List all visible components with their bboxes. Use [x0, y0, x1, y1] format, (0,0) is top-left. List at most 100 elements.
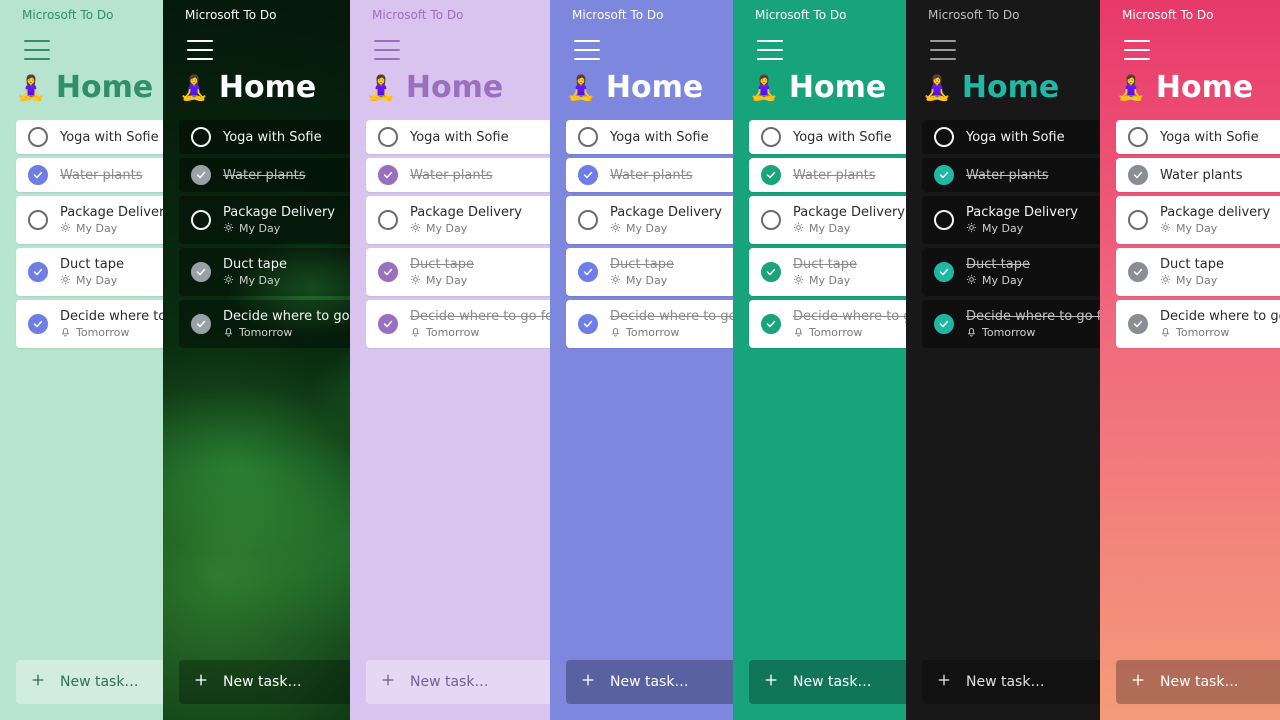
theme-panel: Microsoft To Do🧘‍♀️HomeYoga with SofieWa…	[350, 0, 550, 720]
task-checkbox[interactable]	[761, 314, 781, 334]
task-row[interactable]: Package deliveryMy Day	[1116, 196, 1280, 244]
list-heading[interactable]: 🧘‍♀️Home	[1116, 70, 1253, 105]
task-checkbox[interactable]	[28, 210, 48, 230]
task-row[interactable]: Water plants	[179, 158, 350, 192]
task-checkbox[interactable]	[934, 210, 954, 230]
hamburger-menu-icon[interactable]	[757, 40, 783, 60]
add-task-button[interactable]: New task…	[179, 660, 350, 704]
task-checkbox[interactable]	[191, 165, 211, 185]
task-row[interactable]: Package DeliveryMy Day	[179, 196, 350, 244]
task-checkbox[interactable]	[28, 127, 48, 147]
task-checkbox[interactable]	[378, 165, 398, 185]
task-row[interactable]: Package DeliveryMy Day	[566, 196, 733, 244]
task-checkbox[interactable]	[761, 127, 781, 147]
task-checkbox[interactable]	[934, 262, 954, 282]
list-heading[interactable]: 🧘‍♀️Home	[366, 70, 503, 105]
task-checkbox[interactable]	[191, 314, 211, 334]
task-row[interactable]: Decide where to go foTomorrow	[179, 300, 350, 348]
task-checkbox[interactable]	[761, 262, 781, 282]
task-row[interactable]: Yoga with Sofie	[366, 120, 550, 154]
hamburger-menu-icon[interactable]	[187, 40, 213, 60]
task-checkbox[interactable]	[934, 127, 954, 147]
task-row[interactable]: Decide where to go foTomorrow	[566, 300, 733, 348]
task-checkbox[interactable]	[191, 210, 211, 230]
task-checkbox[interactable]	[378, 314, 398, 334]
task-row[interactable]: Water plants	[366, 158, 550, 192]
task-row[interactable]: Yoga with Sofie	[922, 120, 1100, 154]
task-row[interactable]: Water plants	[749, 158, 906, 192]
task-checkbox[interactable]	[934, 314, 954, 334]
task-checkbox[interactable]	[934, 165, 954, 185]
task-checkbox[interactable]	[28, 262, 48, 282]
task-row[interactable]: Decide where to go for thTomorrow	[922, 300, 1100, 348]
hamburger-menu-icon[interactable]	[24, 40, 50, 60]
app-title: Microsoft To Do	[572, 8, 663, 22]
task-row[interactable]: Duct tapeMy Day	[179, 248, 350, 296]
list-heading[interactable]: 🧘‍♀️Home	[922, 70, 1059, 105]
task-row[interactable]: Duct tapeMy Day	[922, 248, 1100, 296]
task-checkbox[interactable]	[28, 165, 48, 185]
task-checkbox[interactable]	[378, 210, 398, 230]
hamburger-menu-icon[interactable]	[574, 40, 600, 60]
task-row[interactable]: Water plants	[16, 158, 163, 192]
task-row[interactable]: Decide where to gTomorrow	[16, 300, 163, 348]
list-heading[interactable]: 🧘‍♀️Home	[179, 70, 316, 105]
meta-label: Tomorrow	[809, 326, 862, 339]
list-heading[interactable]: 🧘‍♀️Home	[566, 70, 703, 105]
task-checkbox[interactable]	[578, 262, 598, 282]
hamburger-menu-icon[interactable]	[374, 40, 400, 60]
task-row[interactable]: Yoga with Sofie	[749, 120, 906, 154]
task-row[interactable]: Water plants	[1116, 158, 1280, 192]
add-task-button[interactable]: New task…	[366, 660, 550, 704]
task-row[interactable]: Yoga with Sofie	[1116, 120, 1280, 154]
task-checkbox[interactable]	[1128, 127, 1148, 147]
task-checkbox[interactable]	[191, 262, 211, 282]
task-row[interactable]: Water plants	[566, 158, 733, 192]
hamburger-menu-icon[interactable]	[930, 40, 956, 60]
task-row[interactable]: Yoga with Sofie	[16, 120, 163, 154]
task-row[interactable]: Yoga with Sofie	[179, 120, 350, 154]
task-checkbox[interactable]	[578, 127, 598, 147]
task-checkbox[interactable]	[1128, 314, 1148, 334]
task-row[interactable]: Duct tapeMy Day	[1116, 248, 1280, 296]
task-row[interactable]: Water plants	[922, 158, 1100, 192]
task-title: Duct tape	[223, 257, 287, 272]
task-checkbox[interactable]	[1128, 210, 1148, 230]
task-checkbox[interactable]	[378, 262, 398, 282]
task-row[interactable]: Package DeliveryMy Day	[749, 196, 906, 244]
task-checkbox[interactable]	[28, 314, 48, 334]
task-row[interactable]: Duct tapeMy Day	[566, 248, 733, 296]
task-row[interactable]: Decide where to go foTomorrow	[1116, 300, 1280, 348]
task-row[interactable]: Decide where to go forTomorrow	[366, 300, 550, 348]
add-task-button[interactable]: New task…	[16, 660, 163, 704]
task-checkbox[interactable]	[761, 210, 781, 230]
task-title: Package Delivery	[610, 205, 722, 220]
task-checkbox[interactable]	[761, 165, 781, 185]
task-row[interactable]: Package DeliveryMy Day	[366, 196, 550, 244]
task-checkbox[interactable]	[1128, 262, 1148, 282]
task-row[interactable]: Decide where to go foTomorrow	[749, 300, 906, 348]
hamburger-menu-icon[interactable]	[1124, 40, 1150, 60]
task-checkbox[interactable]	[578, 210, 598, 230]
add-task-button[interactable]: New task…	[749, 660, 906, 704]
task-row[interactable]: Package DeliveryMy Day	[16, 196, 163, 244]
task-row[interactable]: Duct tapeMy Day	[16, 248, 163, 296]
task-row[interactable]: Duct tapeMy Day	[366, 248, 550, 296]
task-row[interactable]: Duct tapeMy Day	[749, 248, 906, 296]
task-checkbox[interactable]	[191, 127, 211, 147]
add-task-label: New task…	[966, 674, 1044, 690]
add-task-button[interactable]: New task…	[922, 660, 1100, 704]
task-checkbox[interactable]	[578, 314, 598, 334]
task-row[interactable]: Package DeliveryMy Day	[922, 196, 1100, 244]
task-checkbox[interactable]	[378, 127, 398, 147]
add-task-button[interactable]: New task…	[1116, 660, 1280, 704]
plus-icon	[30, 672, 46, 692]
list-heading[interactable]: 🧘‍♀️Home	[16, 70, 153, 105]
task-row[interactable]: Yoga with Sofie	[566, 120, 733, 154]
list-heading[interactable]: 🧘‍♀️Home	[749, 70, 886, 105]
task-title: Yoga with Sofie	[223, 130, 322, 145]
task-checkbox[interactable]	[578, 165, 598, 185]
meta-label: My Day	[809, 222, 850, 235]
task-checkbox[interactable]	[1128, 165, 1148, 185]
add-task-button[interactable]: New task…	[566, 660, 733, 704]
